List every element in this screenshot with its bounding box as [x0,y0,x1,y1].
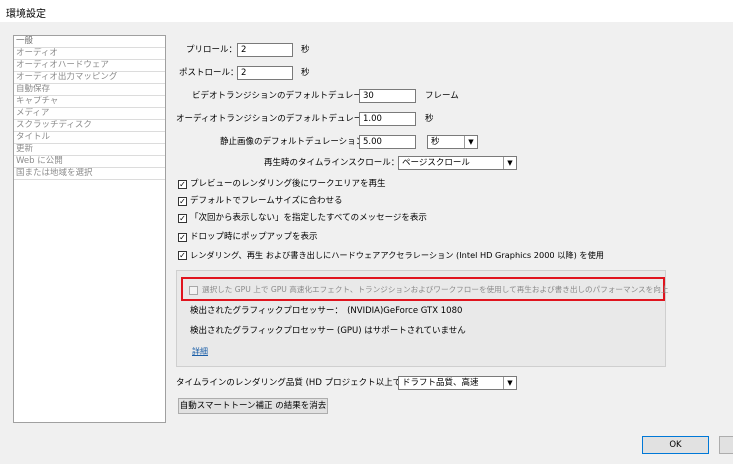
sidebar-item-scratch-disks[interactable]: スクラッチディスク [14,120,165,132]
render-quality-value: ドラフト品質、高速 [402,378,479,388]
category-list[interactable]: 一般 オーディオ オーディオハードウェア オーディオ出力マッピング 自動保存 キ… [13,35,166,423]
still-image-input[interactable] [359,135,416,149]
ok-button[interactable]: OK [642,436,709,454]
scale-frame-size-checkbox[interactable]: ✓ [178,197,187,206]
sidebar-item-audio[interactable]: オーディオ [14,48,165,60]
details-link[interactable]: 詳細 [192,346,208,357]
sidebar-item-general[interactable]: 一般 [14,36,165,48]
sidebar-item-audio-hardware[interactable]: オーディオハードウェア [14,60,165,72]
chevron-down-icon: ▼ [464,136,477,148]
preroll-unit: 秒 [301,45,310,55]
window-title: 環境設定 [6,9,46,20]
scale-frame-size-label: デフォルトでフレームサイズに合わせる [190,196,343,206]
play-workarea-label: プレビューのレンダリング後にワークエリアを再生 [190,179,386,189]
cancel-button-partial[interactable] [719,436,733,454]
hardware-acceleration-checkbox[interactable]: ✓ [178,251,187,260]
render-quality-select[interactable]: ドラフト品質、高速 ▼ [398,376,517,390]
preroll-label: プリロール： [186,45,238,55]
show-all-messages-label: 「次回から表示しない」を指定したすべてのメッセージを表示 [190,213,427,223]
still-image-unit-value: 秒 [431,137,440,147]
sidebar-item-titles[interactable]: タイトル [14,132,165,144]
sidebar-item-region[interactable]: 国または地域を選択 [14,168,165,180]
chevron-down-icon: ▼ [503,377,516,389]
audio-transition-unit: 秒 [425,114,434,124]
detected-processor-text: 検出されたグラフィックプロセッサー： (NVIDIA)GeForce GTX 1… [190,306,463,316]
title-bar: 環境設定 [0,0,733,22]
video-transition-input[interactable] [359,89,416,103]
hardware-acceleration-label: レンダリング、再生 および書き出しにハードウェアアクセラレーション (Intel… [190,250,604,260]
play-workarea-checkbox[interactable]: ✓ [178,180,187,189]
render-quality-label: タイムラインのレンダリング品質 (HD プロジェクト以上で有効)： [176,378,430,388]
postroll-input[interactable] [237,66,293,80]
drop-popup-label: ドロップ時にポップアップを表示 [190,232,318,242]
clear-smart-tone-button[interactable]: 自動スマートトーン補正 の結果を消去 [178,398,328,414]
still-image-unit-select[interactable]: 秒 ▼ [427,135,478,149]
sidebar-item-audio-output-mapping[interactable]: オーディオ出力マッピング [14,72,165,84]
sidebar-item-publish-web[interactable]: Web に公開 [14,156,165,168]
chevron-down-icon: ▼ [503,157,516,169]
drop-popup-checkbox[interactable]: ✓ [178,233,187,242]
postroll-unit: 秒 [301,68,310,78]
timeline-scroll-label: 再生時のタイムラインスクロール： [264,158,400,168]
gpu-acceleration-label: 選択した GPU 上で GPU 高速化エフェクト、トランジションおよびワークフロ… [202,285,669,294]
video-transition-unit: フレーム [425,91,459,101]
sidebar-item-updates[interactable]: 更新 [14,144,165,156]
gpu-unsupported-text: 検出されたグラフィックプロセッサー (GPU) はサポートされていません [190,326,466,336]
preroll-input[interactable] [237,43,293,57]
still-image-label: 静止画像のデフォルトデュレーション： [220,137,373,147]
sidebar-item-capture[interactable]: キャプチャ [14,96,165,108]
sidebar-item-media[interactable]: メディア [14,108,165,120]
show-all-messages-checkbox[interactable]: ✓ [178,214,187,223]
sidebar-item-auto-save[interactable]: 自動保存 [14,84,165,96]
gpu-acceleration-checkbox[interactable] [189,286,198,295]
timeline-scroll-value: ページスクロール [402,158,470,168]
audio-transition-input[interactable] [359,112,416,126]
postroll-label: ポストロール： [179,68,239,78]
timeline-scroll-select[interactable]: ページスクロール ▼ [398,156,517,170]
